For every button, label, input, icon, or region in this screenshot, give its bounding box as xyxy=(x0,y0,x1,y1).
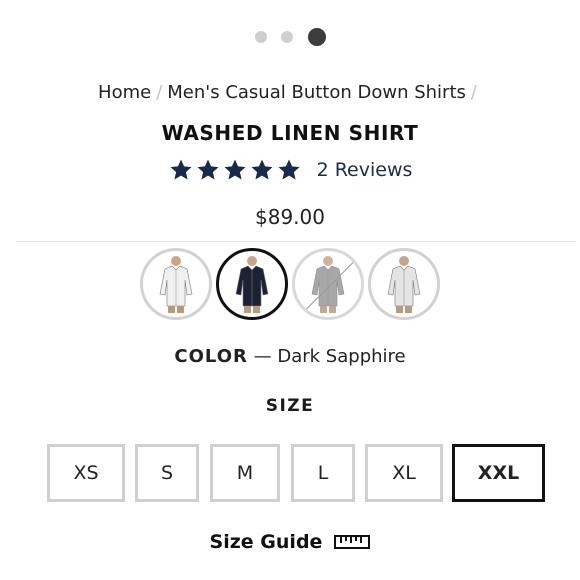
carousel-dot-active[interactable] xyxy=(307,28,326,46)
color-label: COLOR xyxy=(174,346,248,367)
ruler-icon xyxy=(334,535,371,549)
product-rating: 2 Reviews xyxy=(0,158,580,182)
breadcrumb-category-link[interactable]: Men's Casual Button Down Shirts xyxy=(167,82,466,103)
breadcrumb-home-link[interactable]: Home xyxy=(98,82,151,103)
shirt-image xyxy=(387,256,421,313)
light-grey-shirt-swatch[interactable] xyxy=(368,248,440,320)
carousel-dot[interactable] xyxy=(280,31,293,43)
shirt-image xyxy=(235,256,269,313)
color-dash: — xyxy=(253,346,272,367)
white-shirt-swatch[interactable] xyxy=(140,248,212,320)
size-guide-link[interactable]: Size Guide xyxy=(0,531,580,553)
size-option-xxl[interactable]: XXL xyxy=(452,444,545,502)
size-option-m[interactable]: M xyxy=(210,444,280,502)
breadcrumb-separator: / xyxy=(470,82,477,103)
color-selection: COLOR — Dark Sapphire xyxy=(0,346,580,367)
carousel-dot[interactable] xyxy=(254,31,267,43)
divider xyxy=(16,241,576,242)
star-icon xyxy=(278,159,300,180)
shirt-image xyxy=(159,256,193,313)
color-swatches xyxy=(0,248,580,320)
grey-shirt-swatch[interactable] xyxy=(292,248,364,320)
breadcrumb: Home / Men's Casual Button Down Shirts / xyxy=(0,82,580,103)
carousel-dots xyxy=(0,27,580,47)
star-rating xyxy=(168,158,303,182)
breadcrumb-separator: / xyxy=(156,82,163,103)
size-options: XS S M L XL XXL xyxy=(47,444,547,502)
star-icon xyxy=(251,159,273,180)
star-icon xyxy=(224,159,246,180)
size-guide-label: Size Guide xyxy=(209,531,323,553)
star-icon xyxy=(170,159,192,180)
color-value: Dark Sapphire xyxy=(277,346,406,367)
star-icon xyxy=(197,159,219,180)
product-title: WASHED LINEN SHIRT xyxy=(161,121,419,145)
product-price: $89.00 xyxy=(255,205,325,229)
size-option-xl[interactable]: XL xyxy=(365,444,443,502)
size-option-xs[interactable]: XS xyxy=(47,444,125,502)
size-label: SIZE xyxy=(265,396,315,416)
size-option-l[interactable]: L xyxy=(291,444,355,502)
dark-sapphire-swatch[interactable] xyxy=(216,248,288,320)
reviews-link[interactable]: 2 Reviews xyxy=(317,159,413,181)
size-option-s[interactable]: S xyxy=(135,444,199,502)
